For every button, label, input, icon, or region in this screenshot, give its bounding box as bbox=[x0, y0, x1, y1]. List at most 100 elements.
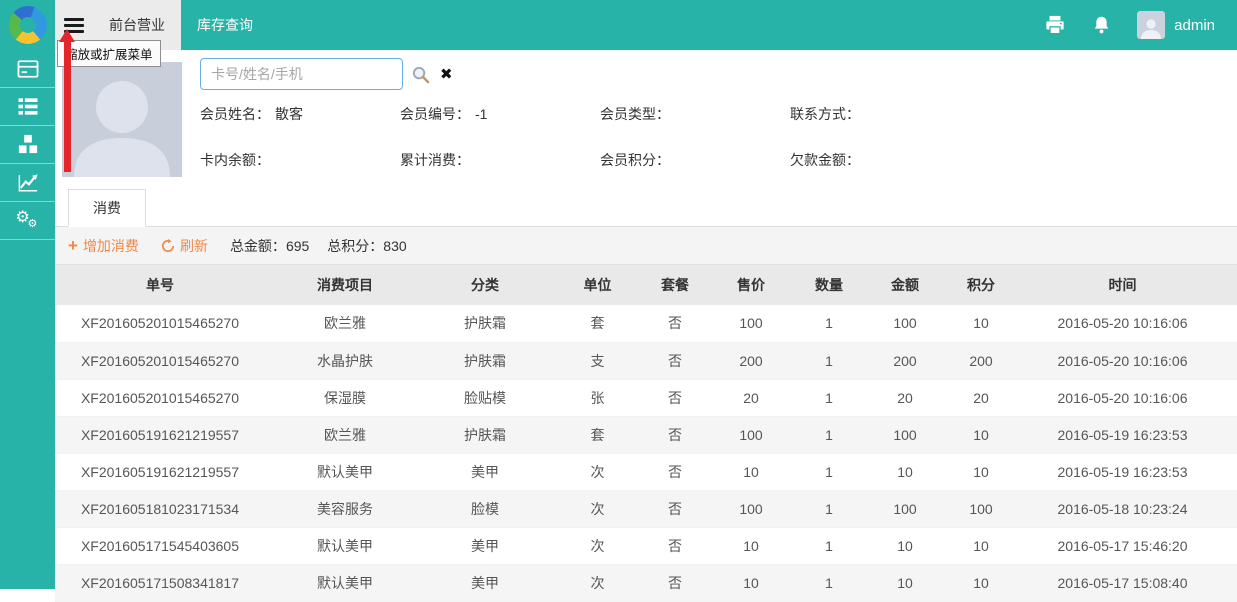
member-panel: ✖ 会员姓名：散客 会员编号：-1 会员类型： 联系方式： 卡内余额： bbox=[55, 50, 1237, 177]
table-cell: XF201605201015465270 bbox=[55, 379, 265, 416]
menu-tooltip: 缩放或扩展菜单 bbox=[57, 40, 161, 67]
member-search-input[interactable] bbox=[200, 58, 403, 90]
magnifier-icon bbox=[411, 65, 430, 84]
table-cell: 10 bbox=[700, 453, 802, 490]
table-cell: 支 bbox=[545, 342, 650, 379]
column-header: 单位 bbox=[545, 265, 650, 305]
table-row[interactable]: XF201605171545403605默认美甲美甲次否10110102016-… bbox=[55, 527, 1237, 564]
tab-inventory[interactable]: 库存查询 bbox=[181, 0, 269, 50]
refresh-button[interactable]: 刷新 bbox=[161, 236, 208, 256]
table-row[interactable]: XF201605201015465270欧兰雅护肤霜套否100110010201… bbox=[55, 305, 1237, 342]
table-cell: 10 bbox=[954, 305, 1008, 342]
table-cell: 欧兰雅 bbox=[265, 305, 425, 342]
sidebar-item-products[interactable] bbox=[0, 126, 55, 164]
table-cell: 100 bbox=[856, 490, 954, 527]
sidebar-item-reports[interactable] bbox=[0, 164, 55, 202]
table-cell: 默认美甲 bbox=[265, 564, 425, 601]
table-cell: 默认美甲 bbox=[265, 453, 425, 490]
table-cell: 10 bbox=[700, 527, 802, 564]
table-cell: 100 bbox=[700, 490, 802, 527]
main-content: ✖ 会员姓名：散客 会员编号：-1 会员类型： 联系方式： 卡内余额： bbox=[55, 50, 1237, 599]
table-cell: 2016-05-20 10:16:06 bbox=[1008, 379, 1237, 416]
column-header: 积分 bbox=[954, 265, 1008, 305]
refresh-icon bbox=[161, 239, 175, 253]
plus-icon: + bbox=[68, 237, 78, 254]
table-row[interactable]: XF201605201015465270保湿膜脸贴模张否20120202016-… bbox=[55, 379, 1237, 416]
topbar-right: admin bbox=[1044, 0, 1237, 50]
sidebar-item-settings[interactable]: ⚙ ⚙ bbox=[0, 202, 55, 240]
table-cell: 护肤霜 bbox=[425, 416, 545, 453]
table-cell: 美容服务 bbox=[265, 490, 425, 527]
member-points-field: 会员积分： bbox=[600, 150, 790, 170]
cubes-icon bbox=[17, 134, 39, 155]
table-cell: 次 bbox=[545, 527, 650, 564]
member-name-field: 会员姓名：散客 bbox=[200, 104, 400, 124]
table-cell: 200 bbox=[700, 342, 802, 379]
table-cell: 10 bbox=[954, 564, 1008, 601]
table-cell: 10 bbox=[856, 453, 954, 490]
member-details: ✖ 会员姓名：散客 会员编号：-1 会员类型： 联系方式： 卡内余额： bbox=[200, 58, 1237, 177]
add-consumption-button[interactable]: + 增加消费 bbox=[68, 236, 139, 256]
table-cell: 10 bbox=[954, 453, 1008, 490]
consumption-tabs-row: 消费 bbox=[55, 189, 1237, 227]
avatar bbox=[1137, 11, 1165, 39]
table-cell: 套 bbox=[545, 305, 650, 342]
table-cell: 次 bbox=[545, 490, 650, 527]
table-cell: XF201605191621219557 bbox=[55, 453, 265, 490]
table-cell: 水晶护肤 bbox=[265, 342, 425, 379]
table-cell: 次 bbox=[545, 564, 650, 601]
print-button[interactable] bbox=[1044, 15, 1066, 35]
table-cell: 否 bbox=[650, 379, 700, 416]
notifications-button[interactable] bbox=[1092, 15, 1111, 36]
table-cell: 1 bbox=[802, 305, 856, 342]
username-label: admin bbox=[1174, 17, 1215, 34]
member-search-row: ✖ bbox=[200, 58, 1237, 90]
table-cell: 否 bbox=[650, 490, 700, 527]
table-cell: XF201605201015465270 bbox=[55, 342, 265, 379]
card-balance-field: 卡内余额： bbox=[200, 150, 400, 170]
column-header: 单号 bbox=[55, 265, 265, 305]
table-cell: 200 bbox=[954, 342, 1008, 379]
total-amount: 总金额：695 bbox=[230, 236, 309, 256]
table-cell: XF201605191621219557 bbox=[55, 416, 265, 453]
totals: 总金额：695 总积分：830 bbox=[230, 236, 407, 256]
table-cell: 2016-05-17 15:46:20 bbox=[1008, 527, 1237, 564]
member-photo-placeholder bbox=[62, 62, 182, 177]
table-row[interactable]: XF201605191621219557默认美甲美甲次否10110102016-… bbox=[55, 453, 1237, 490]
table-cell: 1 bbox=[802, 379, 856, 416]
column-header: 时间 bbox=[1008, 265, 1237, 305]
sidebar-item-list[interactable] bbox=[0, 88, 55, 126]
member-id-field: 会员编号：-1 bbox=[400, 104, 600, 124]
table-cell: 10 bbox=[856, 527, 954, 564]
table-cell: 2016-05-19 16:23:53 bbox=[1008, 453, 1237, 490]
table-row[interactable]: XF201605191621219557欧兰雅护肤霜套否100110010201… bbox=[55, 416, 1237, 453]
column-header: 售价 bbox=[700, 265, 802, 305]
clear-search-button[interactable]: ✖ bbox=[440, 67, 453, 82]
table-row[interactable]: XF201605201015465270水晶护肤护肤霜支否20012002002… bbox=[55, 342, 1237, 379]
sidebar-item-billing[interactable] bbox=[0, 50, 55, 88]
tab-consumption[interactable]: 消费 bbox=[68, 189, 146, 227]
table-cell: 1 bbox=[802, 453, 856, 490]
table-cell: 欧兰雅 bbox=[265, 416, 425, 453]
user-menu[interactable]: admin bbox=[1137, 11, 1215, 39]
table-cell: XF201605181023171534 bbox=[55, 490, 265, 527]
table-row[interactable]: XF201605171508341817默认美甲美甲次否10110102016-… bbox=[55, 564, 1237, 601]
table-cell: 护肤霜 bbox=[425, 342, 545, 379]
table-cell: 10 bbox=[954, 416, 1008, 453]
table-cell: 脸贴模 bbox=[425, 379, 545, 416]
member-type-field: 会员类型： bbox=[600, 104, 790, 124]
printer-icon bbox=[1044, 15, 1066, 35]
column-header: 分类 bbox=[425, 265, 545, 305]
table-cell: 20 bbox=[954, 379, 1008, 416]
table-row[interactable]: XF201605181023171534美容服务脸模次否100110010020… bbox=[55, 490, 1237, 527]
table-cell: 美甲 bbox=[425, 453, 545, 490]
table-cell: 保湿膜 bbox=[265, 379, 425, 416]
table-cell: 2016-05-20 10:16:06 bbox=[1008, 342, 1237, 379]
table-cell: 美甲 bbox=[425, 564, 545, 601]
consumption-table: 单号消费项目分类单位套餐售价数量金额积分时间 XF201605201015465… bbox=[55, 265, 1237, 602]
table-cell: 2016-05-20 10:16:06 bbox=[1008, 305, 1237, 342]
table-cell: 2016-05-18 10:23:24 bbox=[1008, 490, 1237, 527]
table-cell: 10 bbox=[700, 564, 802, 601]
search-button[interactable] bbox=[411, 65, 430, 84]
table-header-row: 单号消费项目分类单位套餐售价数量金额积分时间 bbox=[55, 265, 1237, 305]
